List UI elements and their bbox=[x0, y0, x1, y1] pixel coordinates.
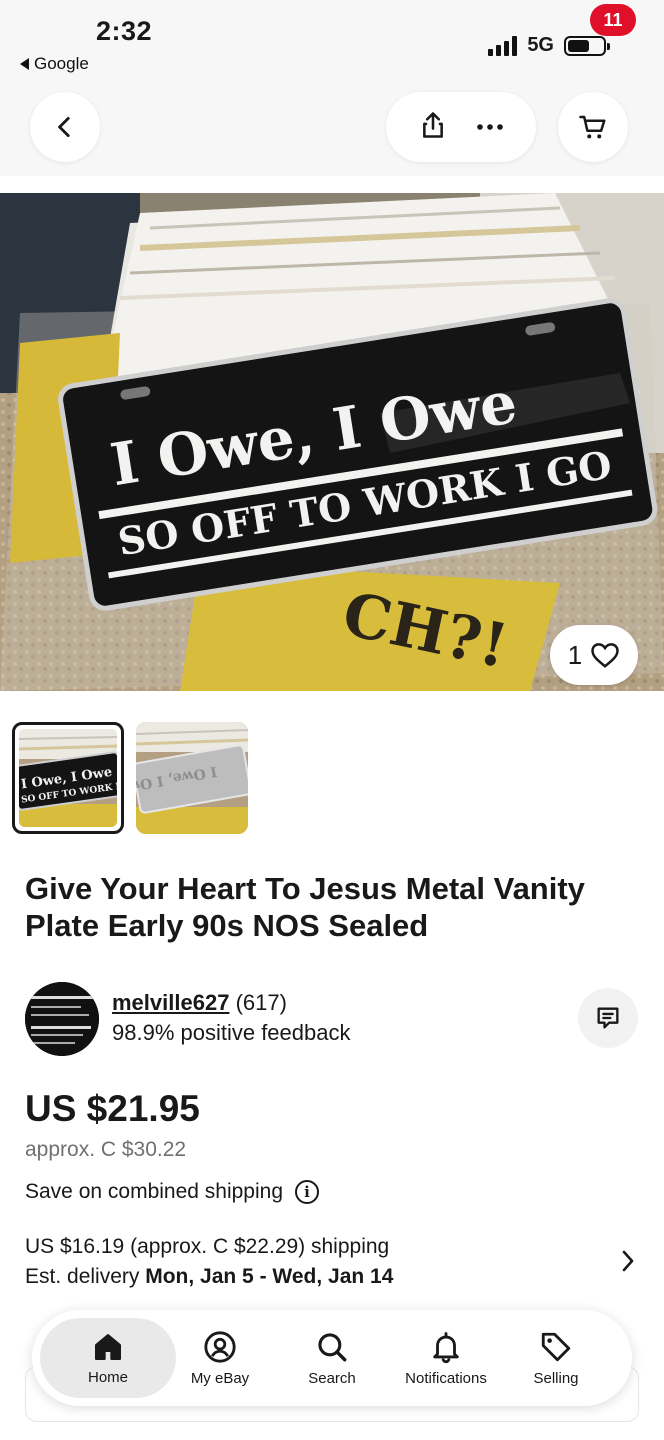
back-triangle-icon bbox=[20, 58, 29, 70]
status-indicators: 5G bbox=[488, 34, 610, 57]
share-icon bbox=[422, 111, 443, 138]
status-bar: 2:32 Google 5G bbox=[0, 0, 664, 82]
shipping-details-button[interactable] bbox=[618, 1248, 638, 1279]
seller-score: (617) bbox=[235, 990, 287, 1015]
bell-icon bbox=[433, 1331, 459, 1363]
heart-icon bbox=[591, 643, 619, 668]
battery-icon bbox=[564, 35, 610, 56]
thumbnail-strip: I Owe, I Owe SO OFF TO WORK I GO I Owe, … bbox=[12, 722, 248, 834]
tab-my-ebay-label: My eBay bbox=[190, 1369, 250, 1387]
thumbnail-2-image: I Owe, I Owe bbox=[136, 722, 248, 834]
tab-home[interactable]: Home bbox=[40, 1318, 176, 1398]
thumbnail-1[interactable]: I Owe, I Owe SO OFF TO WORK I GO bbox=[12, 722, 124, 834]
combined-shipping-row[interactable]: Save on combined shipping i bbox=[25, 1180, 320, 1204]
tab-my-ebay[interactable]: My eBay bbox=[172, 1310, 268, 1406]
listing-title: Give Your Heart To Jesus Metal Vanity Pl… bbox=[25, 871, 585, 943]
tab-home-label: Home bbox=[87, 1368, 128, 1386]
tab-notifications[interactable]: Notifications bbox=[390, 1310, 502, 1406]
tab-selling-label: Selling bbox=[533, 1369, 579, 1387]
seller-avatar[interactable] bbox=[25, 982, 99, 1056]
more-dots-icon bbox=[476, 124, 503, 130]
seller-name-link[interactable]: melville627 bbox=[112, 990, 229, 1015]
message-seller-button[interactable] bbox=[578, 988, 638, 1048]
back-to-app-link[interactable]: Google bbox=[20, 54, 89, 74]
signal-icon bbox=[488, 35, 518, 56]
delivery-dates: Mon, Jan 5 - Wed, Jan 14 bbox=[145, 1265, 394, 1288]
product-image[interactable]: CH?! I Owe, I Owe SO OFF TO WORK I GO bbox=[0, 193, 664, 691]
network-label: 5G bbox=[527, 34, 554, 56]
cart-icon bbox=[579, 115, 606, 139]
thumbnail-1-image: I Owe, I Owe SO OFF TO WORK I GO bbox=[19, 729, 117, 827]
seller-avatar-image bbox=[25, 982, 99, 1056]
user-icon bbox=[204, 1330, 236, 1363]
approx-price: approx. C $30.22 bbox=[25, 1138, 187, 1161]
info-icon[interactable]: i bbox=[295, 1180, 320, 1204]
combined-shipping-label: Save on combined shipping bbox=[25, 1180, 284, 1203]
back-button[interactable] bbox=[30, 92, 100, 162]
home-icon bbox=[95, 1333, 121, 1360]
cart-count-badge: 11 bbox=[590, 4, 636, 36]
seller-feedback: 98.9% positive feedback bbox=[112, 1020, 351, 1045]
delivery-label: Est. delivery bbox=[25, 1265, 140, 1288]
back-app-label: Google bbox=[34, 54, 89, 73]
more-options-button[interactable] bbox=[476, 118, 504, 136]
top-nav bbox=[0, 82, 664, 176]
action-pill bbox=[386, 92, 536, 162]
message-icon bbox=[597, 1007, 619, 1029]
tab-search-label: Search bbox=[308, 1369, 356, 1387]
search-icon bbox=[318, 1332, 347, 1361]
watch-count: 1 bbox=[567, 639, 583, 670]
shipping-cost: US $16.19 (approx. C $22.29) shipping bbox=[25, 1235, 390, 1258]
tab-search[interactable]: Search bbox=[284, 1310, 380, 1406]
bottom-tab-bar: Home My eBay Search Notifications Sellin… bbox=[32, 1310, 632, 1406]
delivery-estimate: Est. delivery Mon, Jan 5 - Wed, Jan 14 bbox=[25, 1265, 393, 1289]
price: US $21.95 bbox=[25, 1088, 200, 1129]
license-plate-photo: CH?! I Owe, I Owe SO OFF TO WORK I GO bbox=[0, 193, 664, 691]
chevron-left-icon bbox=[58, 116, 70, 138]
status-time: 2:32 bbox=[96, 16, 153, 46]
tab-notifications-label: Notifications bbox=[405, 1369, 487, 1387]
seller-name-row: melville627 (617) bbox=[112, 990, 287, 1016]
tab-selling[interactable]: Selling bbox=[508, 1310, 604, 1406]
cart-button[interactable] bbox=[558, 92, 628, 162]
tag-icon bbox=[541, 1332, 571, 1361]
share-button[interactable] bbox=[419, 110, 447, 145]
thumbnail-2[interactable]: I Owe, I Owe bbox=[136, 722, 248, 834]
watch-button[interactable]: 1 bbox=[550, 625, 638, 685]
chevron-right-icon bbox=[622, 1250, 634, 1272]
